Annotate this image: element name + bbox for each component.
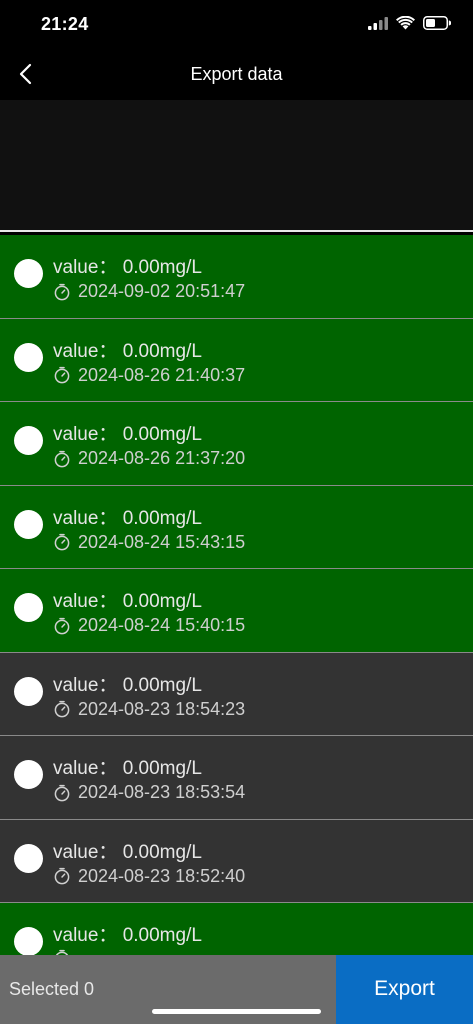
record-value: value： 0.00mg/L xyxy=(53,925,202,946)
header-area xyxy=(0,100,473,230)
timer-icon xyxy=(53,784,71,802)
status-time: 21:24 xyxy=(41,14,89,34)
selected-count-label: Selected 0 xyxy=(9,979,95,999)
status-bar: 21:24 xyxy=(0,0,473,52)
record-value: value： 0.00mg/L xyxy=(53,758,202,779)
select-radio[interactable] xyxy=(14,426,43,455)
record-time: 2024-08-24 15:43:15 xyxy=(53,532,245,553)
record-list[interactable]: value： 0.00mg/L 2024-09-02 20:51:47 value：… xyxy=(0,235,473,955)
select-radio[interactable] xyxy=(14,927,43,955)
record-value: value： 0.00mg/L xyxy=(53,340,202,362)
select-radio[interactable] xyxy=(14,259,43,288)
timer-icon xyxy=(53,533,71,551)
record-time: 2024-08-26 21:40:37 xyxy=(53,365,245,386)
record-value: value： 0.00mg/L xyxy=(53,674,202,696)
timer-icon xyxy=(53,450,71,468)
select-radio[interactable] xyxy=(14,843,43,873)
timer-icon xyxy=(53,366,71,384)
record-time-text: 2024-09-02 20:51:47 xyxy=(78,281,246,301)
battery-icon xyxy=(423,15,452,35)
cellular-signal-icon xyxy=(368,16,388,35)
record-time-text: 2024-08-26 21:37:20 xyxy=(78,448,246,468)
record-value: value： 0.00mg/L xyxy=(53,257,202,278)
record-time: 2024-08-23 18:53:54 xyxy=(53,782,245,803)
record-time-text: 2024-08-23 18:54:23 xyxy=(78,698,246,719)
record-row[interactable]: value： 0.00mg/L 2024-08-24 15:43:15 xyxy=(0,485,473,569)
record-row[interactable]: value： 0.00mg/L 2024-08-23 18:53:54 xyxy=(0,736,473,820)
select-radio[interactable] xyxy=(14,676,43,706)
select-radio[interactable] xyxy=(14,342,43,372)
record-time-text: 2024-08-24 15:40:15 xyxy=(78,615,246,635)
record-row[interactable]: value： 0.00mg/L 2024-08-23 18:52:40 xyxy=(0,819,473,903)
record-time: 2024-08-23 18:54:23 xyxy=(53,699,245,720)
record-row[interactable]: value： 0.00mg/L xyxy=(0,903,473,955)
record-time-text: 2024-08-23 18:53:54 xyxy=(78,782,246,802)
export-button[interactable]: Export xyxy=(336,955,473,1024)
select-radio[interactable] xyxy=(14,760,43,789)
record-value: value： 0.00mg/L xyxy=(53,424,202,445)
record-row[interactable]: value： 0.00mg/L 2024-08-26 21:37:20 xyxy=(0,402,473,486)
timer-icon xyxy=(53,617,71,635)
status-icons xyxy=(368,15,452,35)
select-radio[interactable] xyxy=(14,509,43,539)
record-row[interactable]: value： 0.00mg/L 2024-08-24 15:40:15 xyxy=(0,569,473,653)
record-time: 2024-08-23 18:52:40 xyxy=(53,866,245,887)
record-value: value： 0.00mg/L xyxy=(53,591,202,612)
record-row[interactable]: value： 0.00mg/L 2024-08-26 21:40:37 xyxy=(0,318,473,402)
record-time: 2024-08-26 21:37:20 xyxy=(53,448,245,469)
timer-icon xyxy=(53,867,71,885)
record-time: 2024-09-02 20:51:47 xyxy=(53,281,245,302)
record-value: value： 0.00mg/L xyxy=(53,507,202,529)
select-radio[interactable] xyxy=(14,593,43,622)
home-indicator xyxy=(152,1009,321,1014)
nav-bar: Export data xyxy=(0,52,473,100)
record-value: value： 0.00mg/L xyxy=(53,841,202,863)
record-row[interactable]: value： 0.00mg/L 2024-08-23 18:54:23 xyxy=(0,652,473,736)
wifi-icon xyxy=(396,15,415,35)
page-title: Export data xyxy=(190,64,283,84)
timer-icon xyxy=(53,283,71,301)
record-row[interactable]: value： 0.00mg/L 2024-09-02 20:51:47 xyxy=(0,235,473,319)
timer-icon xyxy=(53,700,71,718)
record-time: 2024-08-24 15:40:15 xyxy=(53,615,245,636)
record-time-text: 2024-08-23 18:52:40 xyxy=(78,865,246,886)
export-data-screen: 21:24 Export data value： 0.00mg/L 2024-0… xyxy=(0,0,473,1024)
record-time-text: 2024-08-26 21:40:37 xyxy=(78,364,246,385)
record-time-text: 2024-08-24 15:43:15 xyxy=(78,531,246,552)
